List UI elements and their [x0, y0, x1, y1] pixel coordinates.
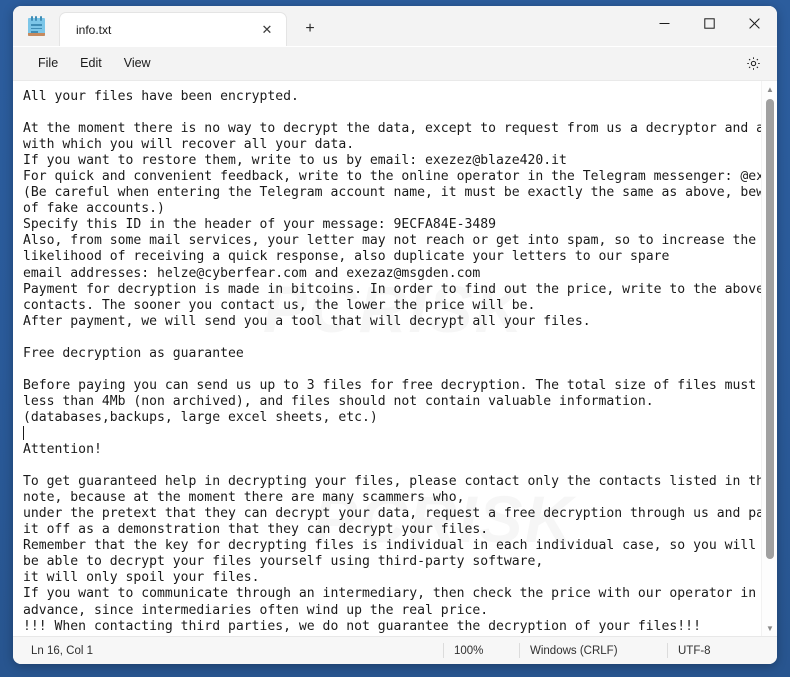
text-line: (databases,backups, large excel sheets, …: [23, 409, 378, 425]
text-line: All your files have been encrypted.: [23, 89, 299, 104]
text-line: Remember that the key for decrypting fil…: [23, 538, 761, 554]
text-line: under the pretext that they can decrypt …: [23, 506, 761, 522]
text-editor[interactable]: PCRISK PCRISK PCRISK All your files have…: [13, 81, 761, 636]
menu-bar: File Edit View: [13, 46, 777, 80]
minimize-button[interactable]: [642, 6, 687, 40]
text-line: likelihood of receiving a quick response…: [23, 249, 670, 265]
line-ending-indicator[interactable]: Windows (CRLF): [519, 643, 667, 658]
text-line: Payment for decryption is made in bitcoi…: [23, 281, 761, 297]
text-caret: [23, 425, 24, 440]
encoding-indicator[interactable]: UTF-8: [667, 643, 777, 658]
menu-file[interactable]: File: [27, 52, 69, 75]
notepad-window: info.txt ✕ + File Edit View All your fil…: [13, 6, 777, 664]
text-line: For quick and convenient feedback, write…: [23, 169, 761, 185]
text-line: At the moment there is no way to decrypt…: [23, 121, 761, 137]
text-line: email addresses: helze@cyberfear.com and…: [23, 265, 481, 281]
text-line: Attention!: [23, 442, 102, 458]
scroll-up-icon[interactable]: ▲: [762, 81, 777, 97]
tab-info-txt[interactable]: info.txt ✕: [59, 12, 287, 46]
text-line: [23, 330, 757, 346]
scroll-down-icon[interactable]: ▼: [762, 620, 777, 636]
text-line: Also, from some mail services, your lett…: [23, 233, 757, 249]
text-line: less than 4Mb (non archived), and files …: [23, 393, 654, 409]
text-line: [23, 105, 757, 121]
close-tab-icon[interactable]: ✕: [254, 18, 280, 42]
menu-view[interactable]: View: [113, 52, 162, 75]
text-line: If you want to restore them, write to us…: [23, 153, 567, 169]
menu-edit[interactable]: Edit: [69, 52, 113, 75]
cursor-position: Ln 16, Col 1: [31, 644, 94, 657]
notepad-icon: [27, 16, 45, 36]
text-line: with which you will recover all your dat…: [23, 137, 355, 153]
text-line: it off as a demonstration that they can …: [23, 522, 489, 538]
text-line: advance, since intermediaries often wind…: [23, 602, 489, 618]
text-line: [23, 458, 757, 474]
text-line: of fake accounts.): [23, 201, 165, 217]
text-line: To get guaranteed help in decrypting you…: [23, 474, 761, 490]
tab-title: info.txt: [76, 22, 112, 37]
window-controls: [642, 6, 777, 40]
text-line: Before paying you can send us up to 3 fi…: [23, 377, 761, 393]
text-line: [23, 425, 757, 442]
text-line: !!! When contacting third parties, we do…: [23, 618, 701, 634]
text-line: contacts. The sooner you contact us, the…: [23, 297, 536, 313]
status-bar: Ln 16, Col 1 100% Windows (CRLF) UTF-8: [13, 636, 777, 664]
document-text[interactable]: All your files have been encrypted. At th…: [23, 89, 761, 635]
maximize-button[interactable]: [687, 6, 732, 40]
vertical-scrollbar[interactable]: ▲ ▼: [761, 81, 777, 636]
gear-icon[interactable]: [739, 51, 767, 77]
text-line: note, because at the moment there are ma…: [23, 490, 465, 506]
text-line: it will only spoil your files.: [23, 570, 260, 586]
new-tab-button[interactable]: +: [293, 14, 327, 44]
text-line: If you want to communicate through an in…: [23, 586, 757, 602]
text-line: (Be careful when entering the Telegram a…: [23, 185, 761, 201]
editor-area: PCRISK PCRISK PCRISK All your files have…: [13, 80, 777, 636]
text-line: be able to decrypt your files yourself u…: [23, 554, 544, 570]
text-line: After payment, we will send you a tool t…: [23, 313, 591, 329]
app-icon: [13, 6, 59, 46]
title-bar: info.txt ✕ +: [13, 6, 777, 46]
text-line: Specify this ID in the header of your me…: [23, 217, 496, 233]
close-button[interactable]: [732, 6, 777, 40]
text-line: Free decryption as guarantee: [23, 345, 244, 361]
text-line: [23, 362, 757, 378]
scrollbar-thumb[interactable]: [766, 99, 774, 559]
zoom-level[interactable]: 100%: [443, 643, 519, 658]
